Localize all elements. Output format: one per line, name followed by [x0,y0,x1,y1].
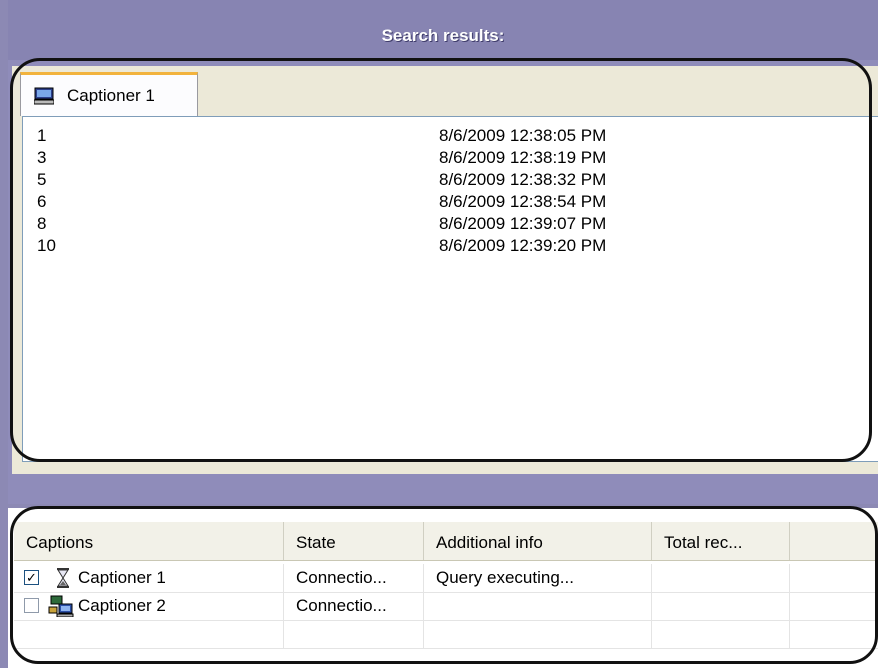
state-cell: Connectio... [284,564,424,592]
total-cell [652,564,790,592]
empty-cell [284,620,424,648]
networked-computer-icon [48,595,74,618]
result-number: 10 [37,236,56,255]
empty-cell [652,620,790,648]
result-time: 8/6/2009 12:38:54 PM [439,192,607,211]
caption-name: Captioner 2 [78,596,166,615]
table-row[interactable]: Captioner 2 Connectio... [14,592,878,621]
panel-title: Search results: [381,26,505,45]
results-list[interactable]: 1 8/6/2009 12:38:05 PM 3 8/6/2009 12:38:… [22,116,878,462]
empty-cell [14,620,284,648]
column-header-state[interactable]: State [284,522,424,560]
column-header-captions[interactable]: Captions [14,522,284,560]
result-number: 6 [37,192,47,211]
computer-icon [33,85,55,107]
splitter[interactable] [8,484,878,504]
column-header-total-records[interactable]: Total rec... [652,522,790,560]
result-number: 5 [37,170,47,189]
info-cell: Query executing... [424,564,652,592]
column-header-additional-info[interactable]: Additional info [424,522,652,560]
table-header: Captions State Additional info Total rec… [14,522,878,561]
result-time: 8/6/2009 12:38:19 PM [439,148,607,167]
tab-label: Captioner 1 [67,85,155,105]
table-row [14,620,878,649]
caption-cell: Captioner 2 [14,592,284,620]
hourglass-icon [56,568,70,588]
empty-cell [424,620,652,648]
result-number: 3 [37,148,47,167]
search-results-header: Search results: [8,0,878,62]
result-time: 8/6/2009 12:38:32 PM [439,170,607,189]
tab-captioner-1[interactable]: Captioner 1 [20,72,198,116]
result-time: 8/6/2009 12:39:20 PM [439,236,607,255]
captioner-checkbox[interactable] [24,598,39,613]
captioner-checkbox[interactable]: ✓ [24,570,39,585]
result-time: 8/6/2009 12:39:07 PM [439,214,607,233]
caption-name: Captioner 1 [78,568,166,587]
total-cell [652,592,790,620]
caption-cell: ✓ Captioner 1 [14,564,284,592]
table-row[interactable]: ✓ Captioner 1 Connectio... Query executi… [14,564,878,593]
result-number: 1 [37,126,47,145]
state-cell: Connectio... [284,592,424,620]
info-cell [424,592,652,620]
result-time: 8/6/2009 12:38:05 PM [439,126,607,145]
result-number: 8 [37,214,47,233]
